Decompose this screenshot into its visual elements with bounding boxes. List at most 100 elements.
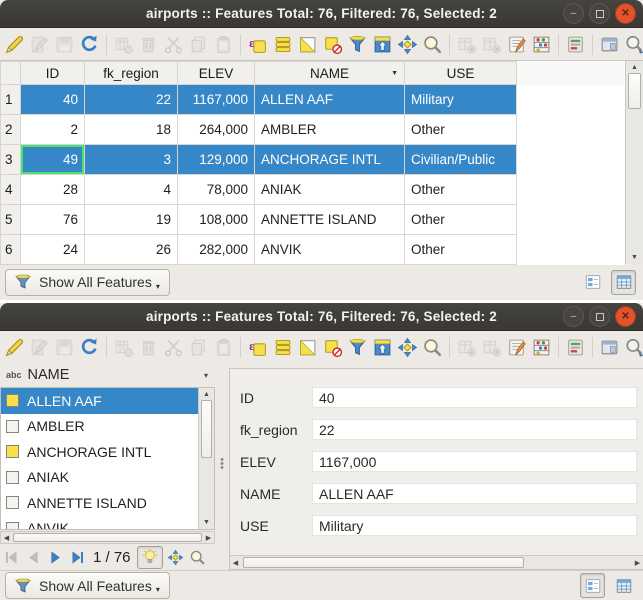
invert-selection-icon[interactable] <box>297 34 318 55</box>
new-field-icon[interactable] <box>456 337 477 358</box>
select-all-icon[interactable] <box>272 34 293 55</box>
scroll-right-arrow-icon[interactable]: ▶ <box>632 556 643 569</box>
paste-features-icon[interactable] <box>213 337 234 358</box>
cell-name[interactable]: ANIAK <box>255 175 405 205</box>
highlight-current-feature-button[interactable] <box>137 546 163 569</box>
field-input-elev[interactable]: 1167,000 <box>312 451 637 472</box>
table-row[interactable]: 62426282,000ANVIKOther <box>1 235 625 265</box>
move-selection-to-top-icon[interactable] <box>372 34 393 55</box>
scroll-up-arrow-icon[interactable]: ▲ <box>626 62 643 73</box>
cell-fk_region[interactable]: 22 <box>85 85 178 115</box>
select-all-icon[interactable] <box>272 337 293 358</box>
search-settings-icon[interactable] <box>624 337 643 358</box>
table-vertical-scrollbar[interactable]: ▲ ▼ <box>625 61 643 264</box>
zoom-to-selection-icon[interactable] <box>422 337 443 358</box>
feature-filter-button[interactable]: Show All Features ▾ <box>5 269 170 296</box>
close-button[interactable]: ✕ <box>615 306 636 327</box>
delete-field-icon[interactable] <box>481 34 502 55</box>
previous-feature-button[interactable] <box>24 548 43 567</box>
cell-use[interactable]: Other <box>405 235 517 265</box>
multiedit-attributes-icon[interactable] <box>565 34 586 55</box>
scroll-down-arrow-icon[interactable]: ▼ <box>199 517 214 528</box>
scrollbar-thumb[interactable] <box>628 73 641 109</box>
cell-id[interactable]: 28 <box>21 175 85 205</box>
invert-selection-icon[interactable] <box>297 337 318 358</box>
cell-fk_region[interactable]: 26 <box>85 235 178 265</box>
first-feature-button[interactable] <box>2 548 21 567</box>
cell-name[interactable]: ANVIK <box>255 235 405 265</box>
cell-id[interactable]: 2 <box>21 115 85 145</box>
multiedit-mode-icon[interactable] <box>29 34 50 55</box>
dock-table-icon[interactable] <box>599 34 620 55</box>
zoom-to-selection-icon[interactable] <box>422 34 443 55</box>
attribute-table[interactable]: IDfk_regionELEVNAME▼USE140221167,000ALLE… <box>0 61 625 265</box>
table-view-button[interactable] <box>611 270 636 295</box>
table-row[interactable]: 2218264,000AMBLEROther <box>1 115 625 145</box>
multiedit-attributes-icon[interactable] <box>565 337 586 358</box>
cell-name[interactable]: ALLEN AAF <box>255 85 405 115</box>
scroll-down-arrow-icon[interactable]: ▼ <box>626 252 643 263</box>
maximize-button[interactable] <box>589 306 610 327</box>
copy-features-icon[interactable] <box>188 337 209 358</box>
feature-list-item[interactable]: ANNETTE ISLAND <box>1 490 214 516</box>
cell-use[interactable]: Other <box>405 115 517 145</box>
feature-position-indicator[interactable]: 1 / 76 <box>93 549 131 566</box>
pan-to-feature-button[interactable] <box>166 548 185 567</box>
pan-to-selection-icon[interactable] <box>397 34 418 55</box>
select-by-expression-icon[interactable]: ε <box>247 34 268 55</box>
table-row[interactable]: 428478,000ANIAKOther <box>1 175 625 205</box>
zoom-to-feature-button[interactable] <box>188 548 207 567</box>
toggle-editing-icon[interactable] <box>4 337 25 358</box>
table-row[interactable]: 57619108,000ANNETTE ISLANDOther <box>1 205 625 235</box>
cut-features-icon[interactable] <box>163 337 184 358</box>
new-field-icon[interactable] <box>456 34 477 55</box>
cell-use[interactable]: Other <box>405 205 517 235</box>
scroll-left-arrow-icon[interactable]: ◀ <box>230 556 241 569</box>
cut-features-icon[interactable] <box>163 34 184 55</box>
cell-fk_region[interactable]: 4 <box>85 175 178 205</box>
cell-name[interactable]: ANNETTE ISLAND <box>255 205 405 235</box>
add-feature-icon[interactable] <box>113 34 134 55</box>
multiedit-mode-icon[interactable] <box>29 337 50 358</box>
title-bar[interactable]: airports :: Features Total: 76, Filtered… <box>0 303 643 331</box>
column-header-fk_region[interactable]: fk_region <box>85 62 178 85</box>
field-calculator-icon[interactable] <box>506 34 527 55</box>
select-by-expression-icon[interactable]: ε <box>247 337 268 358</box>
feature-list-item[interactable]: ANVIK <box>1 516 214 531</box>
save-edits-icon[interactable] <box>54 34 75 55</box>
pan-to-selection-icon[interactable] <box>397 337 418 358</box>
form-view-button[interactable] <box>580 270 605 295</box>
cell-elev[interactable]: 264,000 <box>178 115 255 145</box>
cell-use[interactable]: Civilian/Public <box>405 145 517 175</box>
list-horizontal-scrollbar[interactable]: ◀ ▶ <box>0 531 215 544</box>
filter-form-select-icon[interactable] <box>347 34 368 55</box>
toggle-editing-icon[interactable] <box>4 34 25 55</box>
scrollbar-thumb[interactable] <box>201 400 212 458</box>
cell-use[interactable]: Other <box>405 175 517 205</box>
reload-table-icon[interactable] <box>79 34 100 55</box>
reload-table-icon[interactable] <box>79 337 100 358</box>
deselect-all-icon[interactable] <box>322 337 343 358</box>
display-field-selector[interactable]: abc NAME ▾ <box>0 363 215 387</box>
conditional-formatting-icon[interactable] <box>531 337 552 358</box>
scroll-right-arrow-icon[interactable]: ▶ <box>203 532 214 543</box>
minimize-button[interactable]: – <box>563 3 584 24</box>
delete-field-icon[interactable] <box>481 337 502 358</box>
feature-list-item[interactable]: ANIAK <box>1 465 214 491</box>
row-number[interactable]: 6 <box>1 235 21 265</box>
cell-use[interactable]: Military <box>405 85 517 115</box>
search-settings-icon[interactable] <box>624 34 643 55</box>
pane-splitter[interactable]: ••• <box>215 363 229 570</box>
feature-filter-button[interactable]: Show All Features ▾ <box>5 572 170 599</box>
column-header-elev[interactable]: ELEV <box>178 62 255 85</box>
field-input-use[interactable]: Military <box>312 515 637 536</box>
list-vertical-scrollbar[interactable]: ▲ ▼ <box>198 388 214 529</box>
maximize-button[interactable] <box>589 3 610 24</box>
move-selection-to-top-icon[interactable] <box>372 337 393 358</box>
table-view-button[interactable] <box>611 573 636 598</box>
field-calculator-icon[interactable] <box>506 337 527 358</box>
scroll-up-arrow-icon[interactable]: ▲ <box>199 389 214 400</box>
copy-features-icon[interactable] <box>188 34 209 55</box>
column-header-name[interactable]: NAME▼ <box>255 62 405 85</box>
cell-fk_region[interactable]: 18 <box>85 115 178 145</box>
